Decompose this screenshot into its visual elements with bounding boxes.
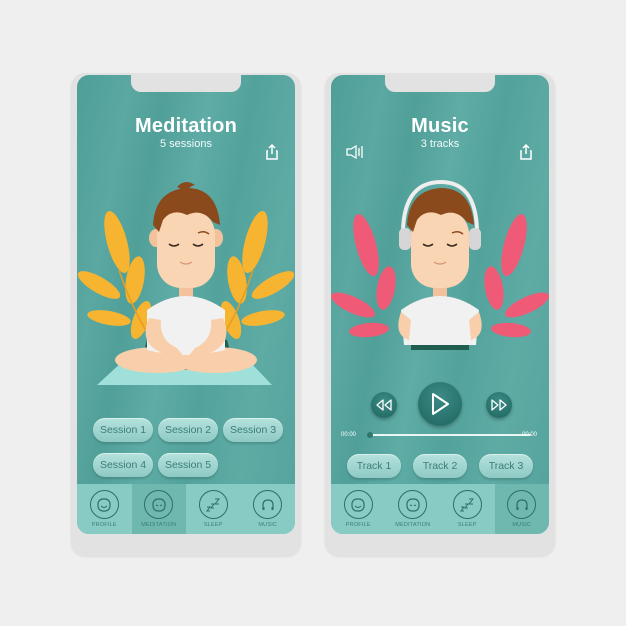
progress-knob[interactable] — [367, 432, 373, 438]
session-1-button[interactable]: Session 1 — [93, 418, 153, 442]
session-4-button[interactable]: Session 4 — [93, 453, 153, 477]
nav-item-profile[interactable]: PROFILE — [77, 484, 132, 534]
nav-label: MEDITATION — [395, 522, 431, 528]
leaf-branch-left — [77, 210, 153, 341]
session-5-button[interactable]: Session 5 — [158, 453, 218, 477]
calm-face-icon — [406, 497, 420, 512]
volume-button[interactable] — [345, 143, 363, 161]
nav-label: PROFILE — [345, 522, 371, 528]
elapsed-time: 00:00 — [341, 432, 357, 438]
share-button[interactable] — [517, 143, 535, 161]
smiley-face-icon — [97, 497, 111, 512]
nav-label: SLEEP — [457, 522, 477, 528]
nav-item-music[interactable]: MUSIC — [241, 484, 296, 534]
nav-label: MUSIC — [258, 522, 278, 528]
headphones-icon — [262, 498, 274, 510]
leaf-branch-right — [484, 213, 549, 338]
share-icon — [520, 143, 532, 160]
fast-forward-icon — [491, 399, 507, 411]
leaf-branch-left — [331, 213, 396, 338]
zzz-icon — [206, 498, 221, 511]
boy-with-headphones-illustration — [331, 179, 549, 350]
speaker-icon — [346, 144, 363, 160]
meditation-screen: Meditation 5 sessions Session 1 Session … — [77, 75, 295, 534]
nav-item-music[interactable]: MUSIC — [494, 484, 549, 534]
nav-label: MUSIC — [512, 522, 532, 528]
nav-item-meditation[interactable]: MEDITATION — [386, 484, 441, 534]
nav-item-profile[interactable]: PROFILE — [331, 484, 386, 534]
nav-item-meditation[interactable]: MEDITATION — [131, 484, 186, 534]
phone-notch — [131, 75, 241, 92]
progress-track[interactable] — [369, 434, 531, 436]
track-1-button[interactable]: Track 1 — [347, 454, 401, 478]
nav-label: MEDITATION — [141, 522, 177, 528]
fast-forward-button[interactable] — [486, 392, 512, 418]
phone-notch — [385, 75, 495, 92]
music-phone: Music 3 tracks 00:00 00:00 Track 1 Track… — [325, 73, 555, 556]
nav-label: PROFILE — [91, 522, 117, 528]
bottom-nav: PROFILE MEDITATION SLEEP MUSIC — [77, 484, 295, 534]
play-button[interactable] — [418, 382, 462, 426]
smiley-face-icon — [351, 497, 365, 512]
meditation-phone: Meditation 5 sessions Session 1 Session … — [71, 73, 301, 556]
page-title: Meditation — [135, 115, 237, 137]
zzz-icon — [460, 498, 475, 511]
rewind-icon — [376, 399, 392, 411]
rewind-button[interactable] — [371, 392, 397, 418]
headphones-icon — [516, 498, 528, 510]
share-icon — [266, 143, 278, 160]
nav-item-sleep[interactable]: SLEEP — [440, 484, 495, 534]
track-2-button[interactable]: Track 2 — [413, 454, 467, 478]
track-3-button[interactable]: Track 3 — [479, 454, 533, 478]
session-3-button[interactable]: Session 3 — [223, 418, 283, 442]
nav-item-sleep[interactable]: SLEEP — [186, 484, 241, 534]
page-title: Music — [411, 115, 469, 137]
leaf-branch-right — [219, 210, 295, 341]
boy — [398, 179, 482, 350]
music-screen: Music 3 tracks 00:00 00:00 Track 1 Track… — [331, 75, 549, 534]
nav-label: SLEEP — [203, 522, 223, 528]
meditating-boy-illustration — [77, 181, 295, 385]
session-2-button[interactable]: Session 2 — [158, 418, 218, 442]
share-button[interactable] — [263, 143, 281, 161]
bottom-nav: PROFILE MEDITATION SLEEP MUSIC — [331, 484, 549, 534]
calm-face-icon — [152, 497, 166, 512]
play-icon — [432, 393, 449, 415]
duration-time: 00:00 — [521, 432, 537, 438]
